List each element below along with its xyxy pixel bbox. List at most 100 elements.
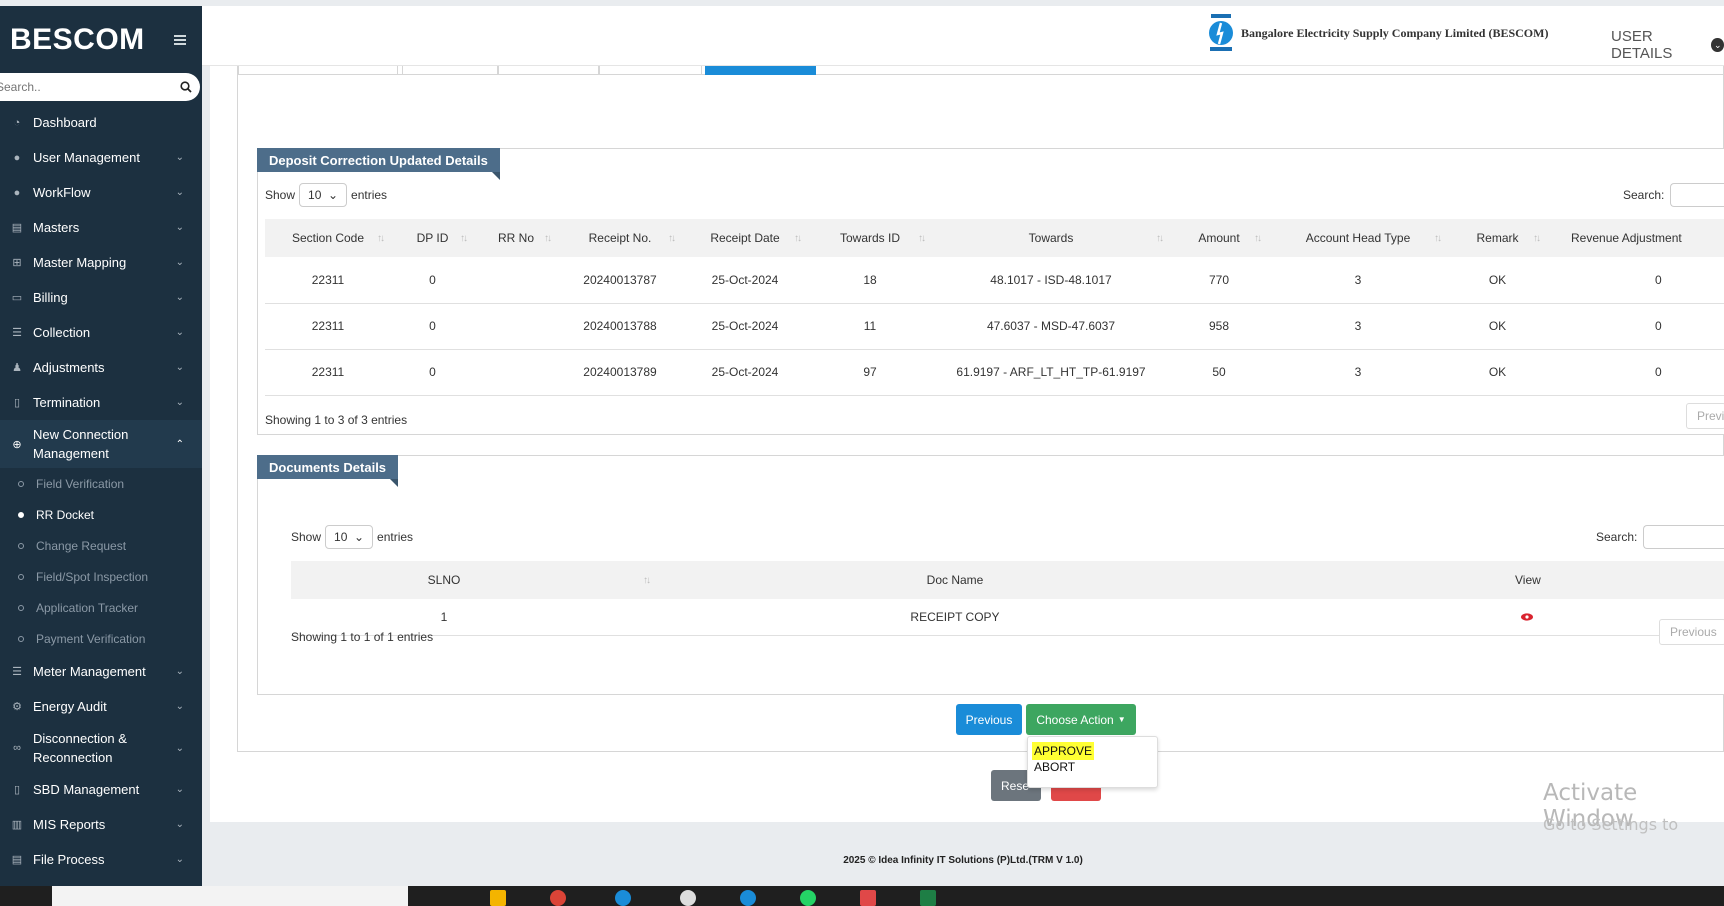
col-view[interactable]: View [1253, 561, 1724, 599]
taskbar-search-box[interactable] [52, 886, 408, 906]
circle-icon [18, 542, 24, 549]
folder-icon[interactable] [490, 890, 506, 906]
user-details-label: USER DETAILS [1611, 28, 1673, 62]
sidebar-item-sbd-management[interactable]: ▯ SBD Management ⌄ [0, 772, 202, 807]
tab-2[interactable] [402, 66, 498, 75]
subnav-item-payment-verification[interactable]: Payment Verification [0, 623, 202, 654]
chevron-down-icon: ⌄ [175, 257, 184, 268]
previous-page-button[interactable]: Previous [1659, 619, 1724, 645]
tab-3[interactable] [498, 66, 599, 75]
sidebar-item-masters[interactable]: ▤ Masters ⌄ [0, 210, 202, 245]
sidebar-item-user-management[interactable]: ● User Management ⌄ [0, 140, 202, 175]
sort-icon: ↑↓ [460, 233, 468, 244]
sidebar-item-label: File Process [33, 852, 105, 867]
mobile-icon: ▯ [13, 784, 21, 796]
subnav-item-label: Field/Spot Inspection [36, 569, 149, 584]
edge-icon[interactable] [615, 890, 631, 906]
table-search-input[interactable] [1643, 525, 1724, 549]
col-receipt-date[interactable]: Receipt Date ↑↓ [682, 219, 808, 257]
eye-icon[interactable] [1521, 613, 1533, 621]
tab-active[interactable] [705, 66, 816, 75]
sidebar-item-mis-reports[interactable]: ▥ MIS Reports ⌄ [0, 807, 202, 842]
previous-page-button[interactable]: Previ [1686, 403, 1724, 429]
sidebar-item-adjustments[interactable]: ♟ Adjustments ⌄ [0, 350, 202, 385]
sidebar-nav: ◔ Dashboard ● User Management ⌄ ● WorkFl… [0, 105, 202, 877]
sidebar-item-disconnection-reconnection[interactable]: ∞ Disconnection & Reconnection ⌄ [0, 724, 202, 772]
sidebar-item-file-process[interactable]: ▤ File Process ⌄ [0, 842, 202, 877]
table-row: 22311 0 20240013789 25-Oct-2024 97 61.91… [265, 349, 1724, 396]
rr-docket-card: Deposit Correction Updated Details Show … [237, 66, 1724, 752]
os-taskbar [0, 886, 1724, 906]
col-label: Towards [1028, 231, 1074, 245]
col-section-code[interactable]: Section Code ↑↓ [265, 219, 391, 257]
chevron-down-icon: ⌄ [175, 742, 184, 754]
sidebar-item-label: User Management [33, 150, 140, 165]
entries-length-control: Show 10 ⌄ entries [265, 183, 387, 207]
tab-4[interactable] [599, 66, 702, 75]
app-icon[interactable] [680, 890, 696, 906]
sidebar-item-label: Masters [33, 220, 80, 235]
sidebar-item-label: Adjustments [33, 360, 105, 375]
col-towards[interactable]: Towards ↑↓ [932, 219, 1170, 257]
tab-1[interactable] [238, 66, 398, 75]
col-rr-no[interactable]: RR No ↑↓ [474, 219, 558, 257]
app-icon[interactable] [860, 890, 876, 906]
sort-icon: ↑↓ [794, 233, 802, 244]
col-label: Towards ID [839, 231, 901, 245]
col-doc-name[interactable]: Doc Name [657, 561, 1253, 599]
abort-option[interactable]: ABORT [1028, 760, 1157, 776]
cell-rr-no [474, 303, 558, 350]
documents-table: SLNO ↑↓ Doc Name View 1 RECEIPT COPY [291, 561, 1724, 636]
sort-icon: ↑↓ [377, 233, 385, 244]
choose-action-button[interactable]: Choose Action ▼ [1026, 704, 1136, 735]
sidebar-item-dashboard[interactable]: ◔ Dashboard [0, 105, 202, 140]
sidebar-item-meter-management[interactable]: ☰ Meter Management ⌄ [0, 654, 202, 689]
sidebar-item-master-mapping[interactable]: ⊞ Master Mapping ⌄ [0, 245, 202, 280]
tab-strip [238, 66, 1724, 75]
entries-select[interactable]: 10 ⌄ [299, 183, 348, 207]
col-remark[interactable]: Remark ↑↓ [1448, 219, 1547, 257]
subnav-item-rr-docket[interactable]: RR Docket [0, 499, 202, 530]
sort-icon: ↑↓ [643, 575, 651, 586]
sidebar-item-billing[interactable]: ▭ Billing ⌄ [0, 280, 202, 315]
cell-amount: 770 [1170, 257, 1268, 304]
sidebar-item-new-connection-management[interactable]: ⊕ New Connection Management ⌃ [0, 420, 202, 468]
cell-section-code: 22311 [265, 257, 391, 304]
col-receipt-no[interactable]: Receipt No. ↑↓ [558, 219, 682, 257]
sidebar-item-collection[interactable]: ☰ Collection ⌄ [0, 315, 202, 350]
whatsapp-icon[interactable] [800, 890, 816, 906]
skype-icon[interactable] [740, 890, 756, 906]
col-account-head-type[interactable]: Account Head Type ↑↓ [1268, 219, 1448, 257]
user-details-menu[interactable]: USER DETAILS ⌄ [1611, 28, 1724, 62]
excel-icon[interactable] [920, 890, 936, 906]
col-amount[interactable]: Amount ↑↓ [1170, 219, 1268, 257]
sidebar-item-energy-audit[interactable]: ⚙ Energy Audit ⌄ [0, 689, 202, 724]
sidebar-item-label: Billing [33, 290, 68, 305]
approve-option[interactable]: APPROVE [1032, 742, 1095, 760]
circle-icon [18, 573, 24, 580]
sort-icon: ↑↓ [918, 233, 926, 244]
circle-icon [18, 635, 24, 642]
col-revenue-adjustment[interactable]: Revenue Adjustment [1547, 219, 1724, 257]
menu-toggle-icon[interactable] [174, 34, 186, 45]
sidebar-item-termination[interactable]: ▯ Termination ⌄ [0, 385, 202, 420]
file-icon: ▤ [11, 854, 23, 866]
subnav-item-change-request[interactable]: Change Request [0, 530, 202, 561]
previous-button[interactable]: Previous [956, 704, 1022, 735]
subnav-item-field-spot-inspection[interactable]: Field/Spot Inspection [0, 561, 202, 592]
entries-select[interactable]: 10 ⌄ [325, 525, 374, 549]
col-dp-id[interactable]: DP ID ↑↓ [391, 219, 474, 257]
cell-account-head-type: 3 [1268, 303, 1448, 350]
subnav-item-field-verification[interactable]: Field Verification [0, 468, 202, 499]
col-slno[interactable]: SLNO ↑↓ [291, 561, 657, 599]
deposit-correction-panel: Deposit Correction Updated Details Show … [257, 148, 1724, 435]
table-search-input[interactable] [1670, 183, 1724, 207]
chrome-icon[interactable] [550, 890, 566, 906]
sidebar-search-input[interactable] [0, 75, 156, 99]
cell-amount: 958 [1170, 303, 1268, 350]
subnav-item-application-tracker[interactable]: Application Tracker [0, 592, 202, 623]
sidebar-item-workflow[interactable]: ● WorkFlow ⌄ [0, 175, 202, 210]
entries-value: 10 [308, 188, 322, 202]
col-towards-id[interactable]: Towards ID ↑↓ [808, 219, 932, 257]
search-icon[interactable] [180, 81, 192, 93]
